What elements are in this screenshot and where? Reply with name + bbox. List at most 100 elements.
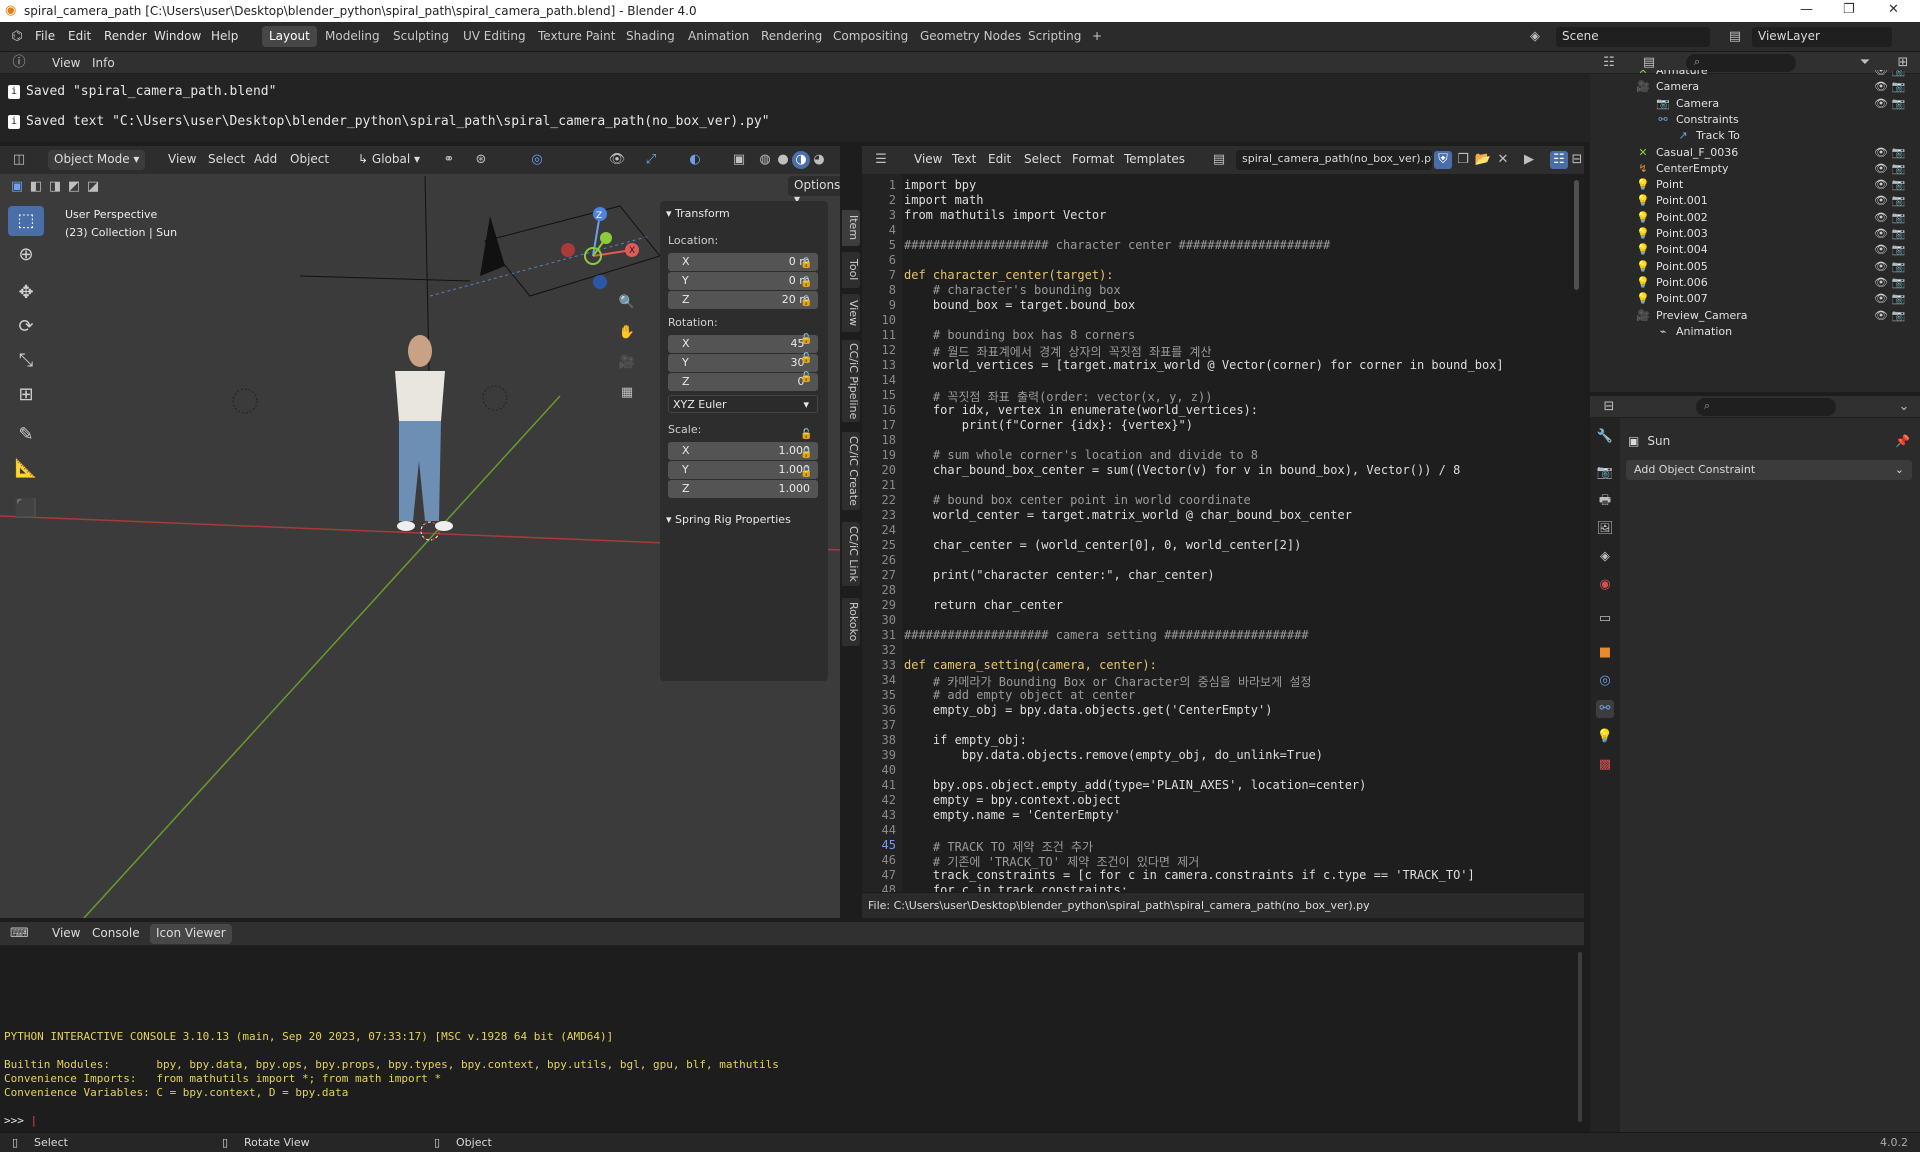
run-script-icon[interactable]: ▶ [1520,151,1538,169]
code-line[interactable]: bpy.data.objects.remove(empty_obj, do_un… [904,748,1323,762]
code-line[interactable]: char_center = (world_center[0], 0, world… [904,538,1301,552]
code-line[interactable]: # sum whole corner's location and divide… [904,448,1258,462]
output-tab-icon[interactable]: 🖶 [1596,492,1614,510]
code-line[interactable]: empty = bpy.context.object [904,793,1121,807]
orientation-dropdown[interactable]: ↳ Global ▾ [352,150,426,170]
collection-tab-icon[interactable]: ▭ [1596,610,1614,628]
code-line[interactable]: world_center = target.matrix_world @ cha… [904,508,1352,522]
xray-icon[interactable]: ▣ [730,151,748,169]
viewport-menu-add[interactable]: Add [248,150,283,170]
editor-type-icon[interactable]: ⊟ [1600,398,1618,416]
python-console[interactable]: ⌨ View Console Icon Viewer PYTHON INTERA… [0,922,1584,1132]
properties-search-input[interactable]: ⌕ [1696,398,1836,416]
open-folder-icon[interactable]: 📂 [1474,151,1492,169]
code-line[interactable]: #################### character center ##… [904,238,1330,252]
menu-help[interactable]: Help [211,29,238,43]
gizmo-icon[interactable]: ⤢ [642,151,660,169]
world-tab-icon[interactable]: ◉ [1596,576,1614,594]
select-box-tool-icon[interactable]: ⬚ [8,206,44,236]
maximize-icon[interactable]: ❐ [1843,2,1855,17]
rotate-tool-icon[interactable]: ⟳ [8,312,44,342]
tab-compositing[interactable]: Compositing [826,26,915,47]
render-tab-icon[interactable]: 📷 [1596,464,1614,482]
text-file-selector[interactable]: spiral_camera_path(no_box_ver).py [1236,150,1432,170]
menu-render[interactable]: Render [104,29,147,43]
code-line[interactable]: bpy.ops.object.empty_add(type='PLAIN_AXE… [904,778,1366,792]
tab-item[interactable]: Item [842,210,860,246]
move-tool-icon[interactable]: ✥ [8,278,44,308]
scale-y-field[interactable]: Y 1.000 [668,461,818,479]
console-menu-view[interactable]: View [46,924,86,944]
3d-viewport[interactable]: ◫ Object Mode ▾ View Select Add Object ↳… [0,146,840,918]
code-line[interactable]: print("character center:", char_center) [904,568,1215,582]
editor-type-icon[interactable]: ⓘ [10,54,28,72]
select-intersect-icon[interactable]: ◪ [84,178,102,196]
outliner-item[interactable]: ⌁ Animation [1656,325,1732,345]
transform-tool-icon[interactable]: ⊞ [8,380,44,410]
rotation-z-field[interactable]: Z 0° [668,373,818,391]
code-line[interactable]: import math [904,193,983,207]
visibility-eye-icon[interactable]: 👁 📷 [1874,309,1905,329]
code-line[interactable]: # character's bounding box [904,283,1121,297]
code-line[interactable]: track_constraints = [c for c in camera.c… [904,868,1475,882]
viewlayer-selector[interactable]: ViewLayer [1752,27,1892,47]
menu-file[interactable]: File [35,29,55,43]
select-subtract-icon[interactable]: ◨ [46,178,64,196]
physics-tab-icon[interactable]: ◎ [1596,672,1614,690]
scale-z-field[interactable]: Z 1.000 [668,480,818,498]
editor-scrollbar[interactable] [1574,180,1579,290]
add-cube-tool-icon[interactable]: ⬛ [8,494,44,524]
code-line[interactable]: print(f"Corner {idx}: {vertex}") [904,418,1193,432]
code-line[interactable]: def character_center(target): [904,268,1114,282]
code-line[interactable]: if empty_obj: [904,733,1027,747]
scene-selector[interactable]: Scene [1556,27,1710,47]
transform-panel-header[interactable]: ▾ Transform [666,207,730,220]
code-line[interactable]: world_vertices = [target.matrix_world @ … [904,358,1504,372]
tab-ccic-create[interactable]: CC/iC Create [842,432,860,510]
tab-shading[interactable]: Shading [619,26,682,47]
code-line[interactable]: bound_box = target.bound_box [904,298,1135,312]
console-scrollbar[interactable] [1578,952,1582,1122]
object-mode-dropdown[interactable]: Object Mode ▾ [48,150,146,170]
visibility-eye-icon[interactable]: 👁 📷 [1874,97,1905,117]
code-area[interactable]: import bpy import math from mathutils impo… [862,174,1572,892]
console-tab-icon-viewer[interactable]: Icon Viewer [150,924,232,944]
texture-tab-icon[interactable]: ▩ [1596,756,1614,774]
code-line[interactable]: #################### camera setting ####… [904,628,1309,642]
rendered-shading-icon[interactable]: ◕ [810,151,828,169]
tab-modeling[interactable]: Modeling [318,26,387,47]
fake-user-shield-icon[interactable]: ⛨ [1434,151,1452,169]
tab-tool[interactable]: Tool [842,252,860,288]
visibility-icon[interactable]: 👁 [608,151,626,169]
text-datablock-icon[interactable]: ▤ [1210,151,1228,169]
close-icon[interactable]: ✕ [1888,2,1899,17]
location-z-field[interactable]: Z 20 m [668,291,818,309]
minimize-icon[interactable]: — [1800,2,1813,17]
code-line[interactable]: # add empty object at center [904,688,1135,702]
rotation-mode-dropdown[interactable]: XYZ Euler ▾ [668,395,818,413]
code-line[interactable]: # bounding box has 8 corners [904,328,1135,342]
location-y-field[interactable]: Y0 m [668,272,818,290]
line-numbers-toggle-icon[interactable]: ☷ [1550,151,1568,169]
duplicate-icon[interactable]: ❐ [1454,151,1472,169]
code-line[interactable]: from mathutils import Vector [904,208,1106,222]
annotate-tool-icon[interactable]: ✎ [8,420,44,450]
zoom-icon[interactable]: 🔍 [618,294,636,312]
info-menu-view[interactable]: View [52,56,80,70]
tab-uv-editing[interactable]: UV Editing [456,26,533,47]
code-line[interactable]: # bound box center point in world coordi… [904,493,1251,507]
console-prompt[interactable]: >>> | [4,1114,37,1127]
code-line[interactable]: for c in track_constraints: [904,883,1128,892]
editor-menu-format[interactable]: Format [1066,150,1120,170]
editor-menu-text[interactable]: Text [946,150,982,170]
solid-shading-icon[interactable]: ● [774,151,792,169]
cursor-tool-icon[interactable]: ⊕ [8,240,44,270]
selection-mode-toggles[interactable]: ▣ ◧ ◨ ◩ ◪ [8,178,103,196]
tab-geometry-nodes[interactable]: Geometry Nodes [913,26,1028,47]
scale-tool-icon[interactable]: ⤡ [8,346,44,376]
code-line[interactable]: return char_center [904,598,1063,612]
tab-rendering[interactable]: Rendering [754,26,829,47]
viewport-menu-object[interactable]: Object [284,150,335,170]
proportional-edit-icon[interactable]: ◎ [528,151,546,169]
select-new-icon[interactable]: ▣ [8,178,26,196]
